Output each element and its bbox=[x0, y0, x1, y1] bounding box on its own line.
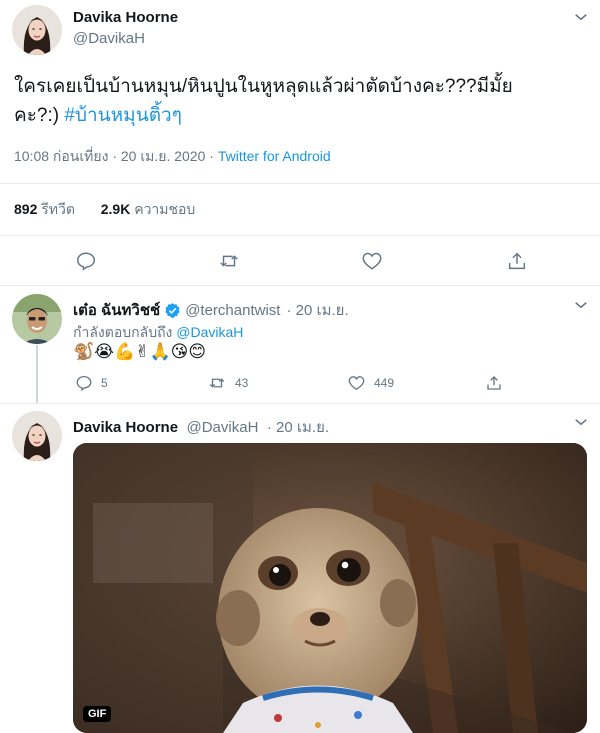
retweet-count: 43 bbox=[235, 376, 249, 390]
reply-author-handle[interactable]: @terchantwist bbox=[185, 302, 280, 319]
meerkat-gif-image bbox=[73, 443, 587, 733]
author-handle[interactable]: @DavikaH bbox=[73, 30, 145, 47]
tweet-text-line1: ใครเคยเป็นบ้านหมุน/หินปูนในหูหลุดแล้วผ่า… bbox=[14, 76, 513, 97]
chevron-down-icon[interactable] bbox=[572, 413, 590, 431]
like-icon[interactable] bbox=[361, 250, 383, 272]
divider bbox=[0, 235, 600, 236]
thread-line bbox=[36, 345, 38, 403]
reply-header: Davika Hoorne @DavikaH · 20 เม.ย. bbox=[73, 415, 329, 439]
chevron-down-icon[interactable] bbox=[572, 296, 590, 314]
retweets-label: รีทวีต bbox=[41, 201, 75, 217]
retweets-count: 892 bbox=[14, 201, 38, 217]
divider bbox=[0, 285, 600, 286]
avatar[interactable] bbox=[12, 294, 62, 344]
like-count: 449 bbox=[374, 376, 395, 390]
likes-count: 2.9K bbox=[100, 201, 131, 217]
divider bbox=[0, 183, 600, 184]
tweet-text-plain: คะ?:) bbox=[14, 105, 65, 126]
reply-author-name[interactable]: เต๋อ ฉันทวิชช์ bbox=[73, 298, 160, 322]
retweet-icon bbox=[209, 378, 225, 388]
tweet-text: ใครเคยเป็นบ้านหมุน/หินปูนในหูหลุดแล้วผ่า… bbox=[14, 72, 594, 130]
reply-icon[interactable] bbox=[75, 250, 97, 272]
avatar[interactable] bbox=[12, 5, 62, 55]
gif-badge: GIF bbox=[83, 706, 112, 722]
gif-media[interactable]: GIF bbox=[73, 443, 587, 733]
reply-header: เต๋อ ฉันทวิชช์ @terchantwist · 20 เม.ย. bbox=[73, 298, 349, 322]
divider bbox=[0, 403, 600, 404]
likes-stat[interactable]: 2.9K ความชอบ bbox=[101, 201, 196, 217]
share-icon[interactable] bbox=[506, 250, 528, 272]
retweet-icon[interactable] bbox=[218, 250, 240, 272]
replying-handle-link[interactable]: @DavikaH bbox=[176, 324, 243, 340]
like-action[interactable]: 449 bbox=[347, 374, 394, 392]
author-name[interactable]: Davika Hoorne bbox=[73, 9, 178, 26]
likes-label: ความชอบ bbox=[134, 201, 196, 217]
like-icon bbox=[348, 376, 365, 391]
avatar[interactable] bbox=[12, 411, 62, 461]
hashtag-link[interactable]: #บ้านหมุนติ้วๆ bbox=[64, 105, 182, 126]
reply-count: 5 bbox=[101, 376, 108, 390]
reply-action[interactable]: 5 bbox=[75, 374, 108, 392]
reply-author-handle[interactable]: @DavikaH bbox=[187, 419, 259, 436]
reply-date[interactable]: · 20 เม.ย. bbox=[286, 298, 348, 322]
replying-to: กำลังตอบกลับถึง @DavikaH bbox=[73, 322, 243, 344]
reply-emojis: 🐒😭💪✌🙏😘😊 bbox=[73, 342, 207, 361]
retweet-action[interactable]: 43 bbox=[207, 374, 248, 392]
retweets-stat[interactable]: 892 รีทวีต bbox=[14, 201, 75, 217]
tweet-stats: 892 รีทวีต 2.9K ความชอบ bbox=[14, 199, 195, 221]
timestamp[interactable]: 10:08 ก่อนเที่ยง · 20 เม.ย. 2020 · bbox=[14, 148, 218, 164]
reply-author-name[interactable]: Davika Hoorne bbox=[73, 419, 178, 436]
reply-date[interactable]: · 20 เม.ย. bbox=[267, 419, 329, 436]
reply-icon bbox=[76, 375, 92, 392]
verified-badge-icon bbox=[165, 302, 180, 318]
share-icon[interactable] bbox=[485, 374, 503, 392]
replying-prefix: กำลังตอบกลับถึง bbox=[73, 324, 177, 340]
tweet-text-line2: คะ?:) #บ้านหมุนติ้วๆ bbox=[14, 101, 594, 130]
source-link[interactable]: Twitter for Android bbox=[218, 148, 331, 164]
tweet-meta: 10:08 ก่อนเที่ยง · 20 เม.ย. 2020 · Twitt… bbox=[14, 146, 331, 168]
chevron-down-icon[interactable] bbox=[572, 8, 590, 26]
